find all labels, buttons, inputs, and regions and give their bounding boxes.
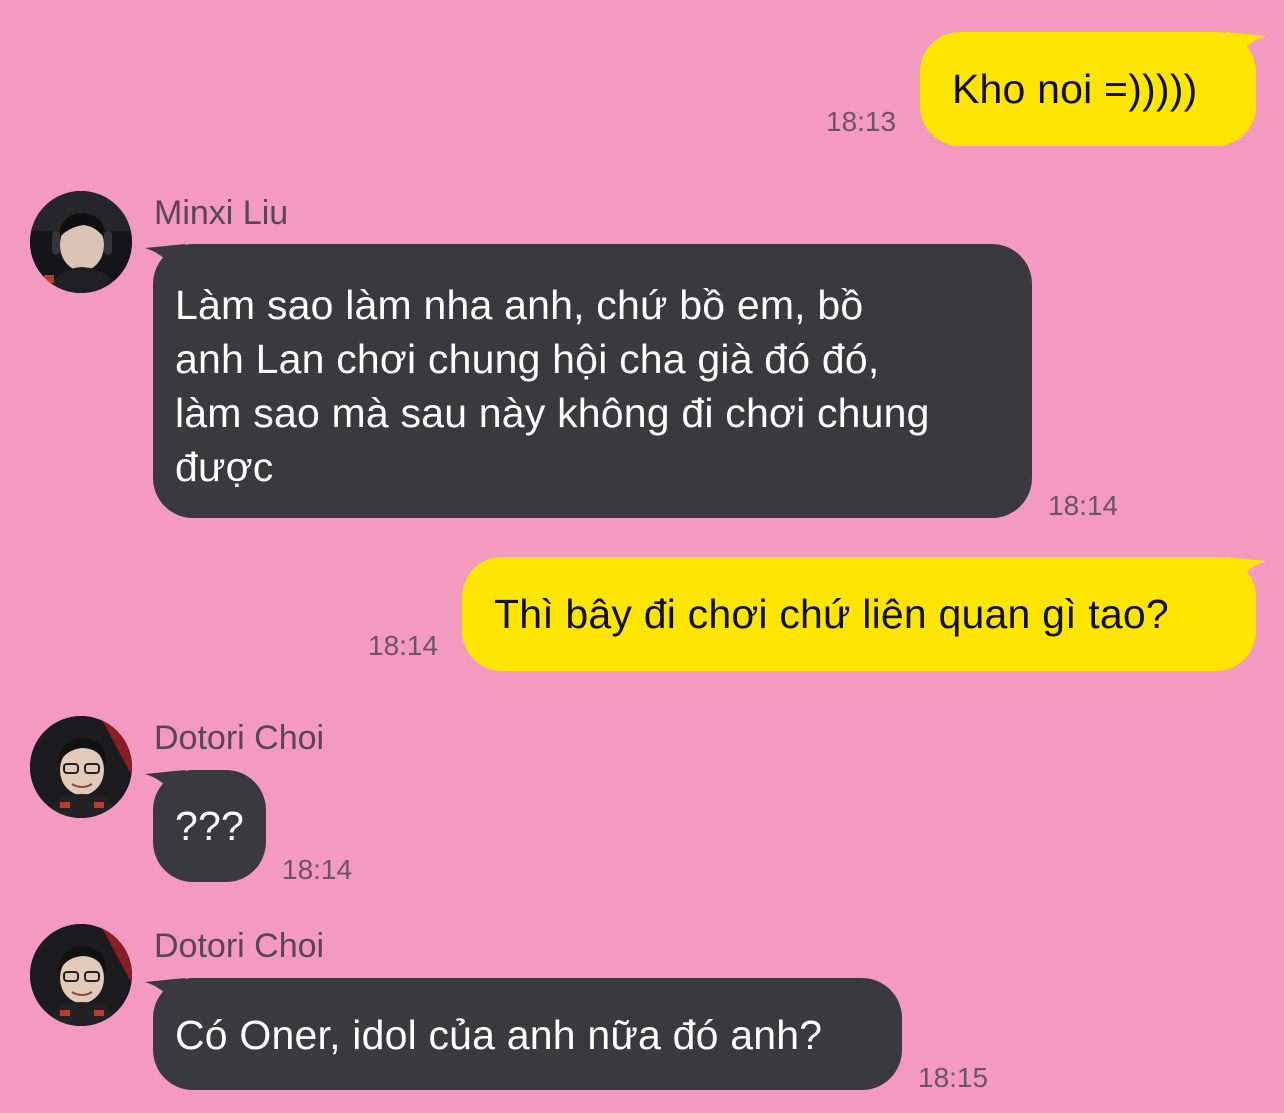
message-timestamp: 18:14 xyxy=(368,630,439,661)
message-text: Có Oner, idol của anh nữa đó anh? xyxy=(175,1012,823,1058)
message-text-line: được xyxy=(175,444,274,490)
message-timestamp: 18:15 xyxy=(918,1062,989,1093)
message-text: ??? xyxy=(175,803,245,849)
sender-name: Minxi Liu xyxy=(154,194,289,232)
sender-avatar[interactable] xyxy=(30,924,132,1026)
message-timestamp: 18:14 xyxy=(282,854,353,885)
sender-avatar[interactable] xyxy=(30,716,132,818)
user-avatar-icon xyxy=(30,191,132,293)
message-bubble[interactable]: ??? xyxy=(153,770,266,882)
sender-name: Dotori Choi xyxy=(154,927,325,965)
message-bubble[interactable]: Làm sao làm nha anh, chứ bồ em, bồ anh L… xyxy=(153,244,1032,518)
message-timestamp: 18:13 xyxy=(826,106,897,137)
message-text: Thì bây đi chơi chứ liên quan gì tao? xyxy=(494,591,1169,637)
sender-name: Dotori Choi xyxy=(154,719,325,757)
chat-message-list[interactable]: 18:13 Kho noi =))))) Minxi Liu Làm sao l… xyxy=(0,0,1284,1113)
message-bubble[interactable]: Thì bây đi chơi chứ liên quan gì tao? xyxy=(462,557,1256,671)
message-text-line: Làm sao làm nha anh, chứ bồ em, bồ xyxy=(175,282,864,328)
message-text-line: anh Lan chơi chung hội cha già đó đó, xyxy=(175,336,880,382)
sender-avatar[interactable] xyxy=(30,191,132,293)
message-text-line: làm sao mà sau này không đi chơi chung xyxy=(175,390,930,436)
user-avatar-icon xyxy=(30,924,132,1026)
message-bubble[interactable]: Kho noi =))))) xyxy=(920,32,1256,146)
message-timestamp: 18:14 xyxy=(1048,490,1119,521)
message-text: Kho noi =))))) xyxy=(952,66,1198,112)
message-bubble[interactable]: Có Oner, idol của anh nữa đó anh? xyxy=(153,978,902,1090)
user-avatar-icon xyxy=(30,716,132,818)
